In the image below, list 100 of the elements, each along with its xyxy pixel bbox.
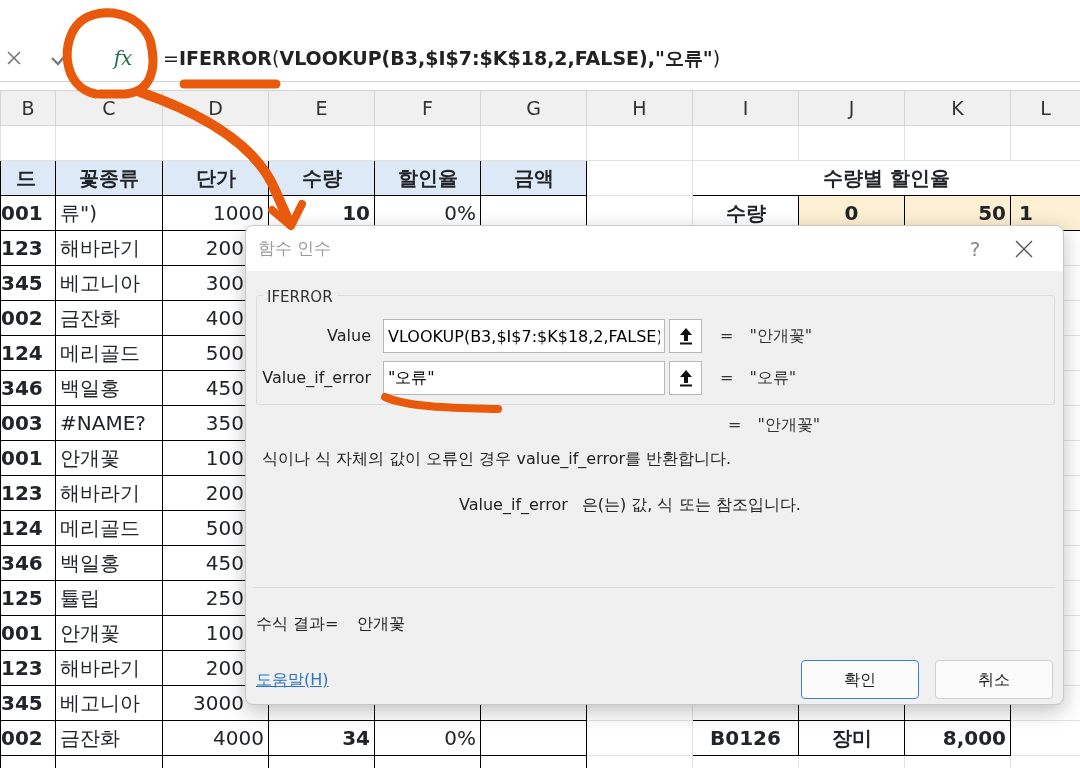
collapse-button[interactable]	[669, 361, 702, 395]
formula-text: =IFERROR(VLOOKUP(B3,$I$7:$K$18,2,FALSE),"오류")	[162, 45, 721, 71]
cell-text: 450	[205, 376, 244, 400]
column-header[interactable]: G	[480, 90, 587, 126]
cell-text: 124	[1, 516, 43, 540]
cell-text: 500	[205, 516, 244, 540]
column-header[interactable]: F	[374, 90, 481, 126]
cell-text: 1000	[213, 201, 264, 225]
argument-label: Value	[326, 325, 372, 347]
column-header[interactable]: K	[904, 90, 1011, 126]
cell-text: 34	[342, 726, 370, 750]
cell-text: 500	[205, 341, 244, 365]
argument-description: 은(는) 값, 식 또는 참조입니다.	[581, 495, 801, 514]
function-result: "안개꽃"	[757, 414, 821, 436]
cell-text: 50	[978, 201, 1006, 225]
cell-text: 장미	[831, 726, 872, 750]
column-header[interactable]: B	[0, 90, 56, 126]
cell-text: 200	[205, 481, 244, 505]
column-header[interactable]: I	[692, 90, 799, 126]
cell-text: 125	[1, 586, 43, 610]
cell-text: 346	[1, 376, 43, 400]
cell-text: 베고니아	[60, 691, 140, 715]
cell-text: 002	[1, 306, 43, 330]
cell-text: 124	[1, 341, 43, 365]
cell-text: 베고니아	[60, 271, 140, 295]
cell-text: 10	[342, 201, 370, 225]
cell-text: 8,000	[942, 726, 1006, 750]
cell-text: 123	[1, 481, 43, 505]
cell-text: B0126	[710, 726, 781, 750]
cell-text: 금잔화	[60, 306, 120, 330]
function-button[interactable]: fx	[96, 43, 151, 73]
cell-text: 345	[1, 691, 43, 715]
column-heading: 꽃종류	[79, 166, 139, 190]
cell-text: 450	[205, 551, 244, 575]
cell-text: 200	[205, 236, 244, 260]
dialog-button[interactable]: 확인	[801, 660, 919, 699]
cell-text: 튤립	[60, 586, 100, 610]
cell-text: 4000	[213, 726, 264, 750]
cell-text: 해바라기	[60, 481, 140, 505]
cell-text: 백일홍	[60, 376, 120, 400]
cell-text: 100	[205, 621, 244, 645]
column-header[interactable]: H	[586, 90, 693, 126]
equals-sign: =	[728, 414, 742, 436]
cell-text: 안개꽃	[60, 621, 120, 645]
cell-text: 0	[844, 201, 859, 225]
help-link[interactable]: 도움말(H)	[256, 667, 785, 692]
collapse-button[interactable]	[669, 319, 702, 353]
cell-text: 해바라기	[60, 656, 140, 680]
cell-text: #NAME?	[60, 411, 146, 435]
column-heading: 단가	[195, 166, 236, 190]
arrow-up-icon	[678, 327, 693, 345]
cell-text: 해바라기	[60, 236, 140, 260]
cell-text: 345	[1, 271, 43, 295]
column-header[interactable]: J	[798, 90, 905, 126]
input-field[interactable]: "오류"	[383, 361, 665, 395]
result-label: 수식 결과=	[256, 614, 339, 633]
dialog-title: 함수 인수	[258, 236, 333, 260]
help-button[interactable]: ?	[945, 232, 1005, 265]
cell-text: 메리골드	[60, 516, 140, 540]
cell-text: 300	[205, 271, 244, 295]
argument-result: "오류"	[749, 367, 797, 389]
column-heading: 수량별 할인율	[823, 166, 950, 190]
cell-text: 350	[205, 411, 244, 435]
equals-sign: =	[720, 367, 734, 389]
cell-text: 346	[1, 551, 43, 575]
cell-text: 0%	[444, 726, 476, 750]
cell-text: 0%	[444, 201, 476, 225]
cell-text: 001	[1, 446, 43, 470]
argument-result: "안개꽃"	[749, 325, 813, 347]
cell-text: 3000	[193, 691, 244, 715]
cell-text: 메리골드	[60, 341, 140, 365]
cell-text: 금잔화	[60, 726, 120, 750]
cell-text: 002	[1, 726, 43, 750]
argument-name: Value_if_error	[459, 495, 568, 514]
column-heading: 할인율	[397, 166, 458, 190]
equals-sign: =	[720, 325, 734, 347]
cell-text: 200	[205, 656, 244, 680]
column-heading: 금액	[513, 166, 554, 190]
cell-text: 1	[1019, 201, 1033, 225]
column-heading: 드	[16, 166, 36, 190]
cell-text: 123	[1, 656, 43, 680]
function-description: 식이나 식 자체의 값이 오류인 경우 value_if_error를 반환합니다.	[261, 448, 733, 470]
cell-text: 100	[205, 446, 244, 470]
column-header[interactable]: E	[268, 90, 375, 126]
cell-text: 003	[1, 411, 43, 435]
cell-text: 400	[205, 306, 244, 330]
dialog-button[interactable]: 취소	[935, 660, 1053, 699]
cell-text: 수량	[725, 201, 766, 225]
cell-text: 백일홍	[60, 551, 120, 575]
cell-text: 류")	[60, 201, 97, 225]
cell-text: 001	[1, 621, 43, 645]
cell-text: 123	[1, 236, 43, 260]
argument-label: Value_if_error	[261, 367, 372, 389]
cell-text: 250	[205, 586, 244, 610]
column-heading: 수량	[301, 166, 342, 190]
column-header[interactable]: L	[1010, 90, 1080, 126]
close-icon[interactable]	[1015, 239, 1033, 258]
arrow-up-icon	[678, 369, 693, 387]
cell-text: 001	[1, 201, 43, 225]
cell-text: 안개꽃	[60, 446, 120, 470]
